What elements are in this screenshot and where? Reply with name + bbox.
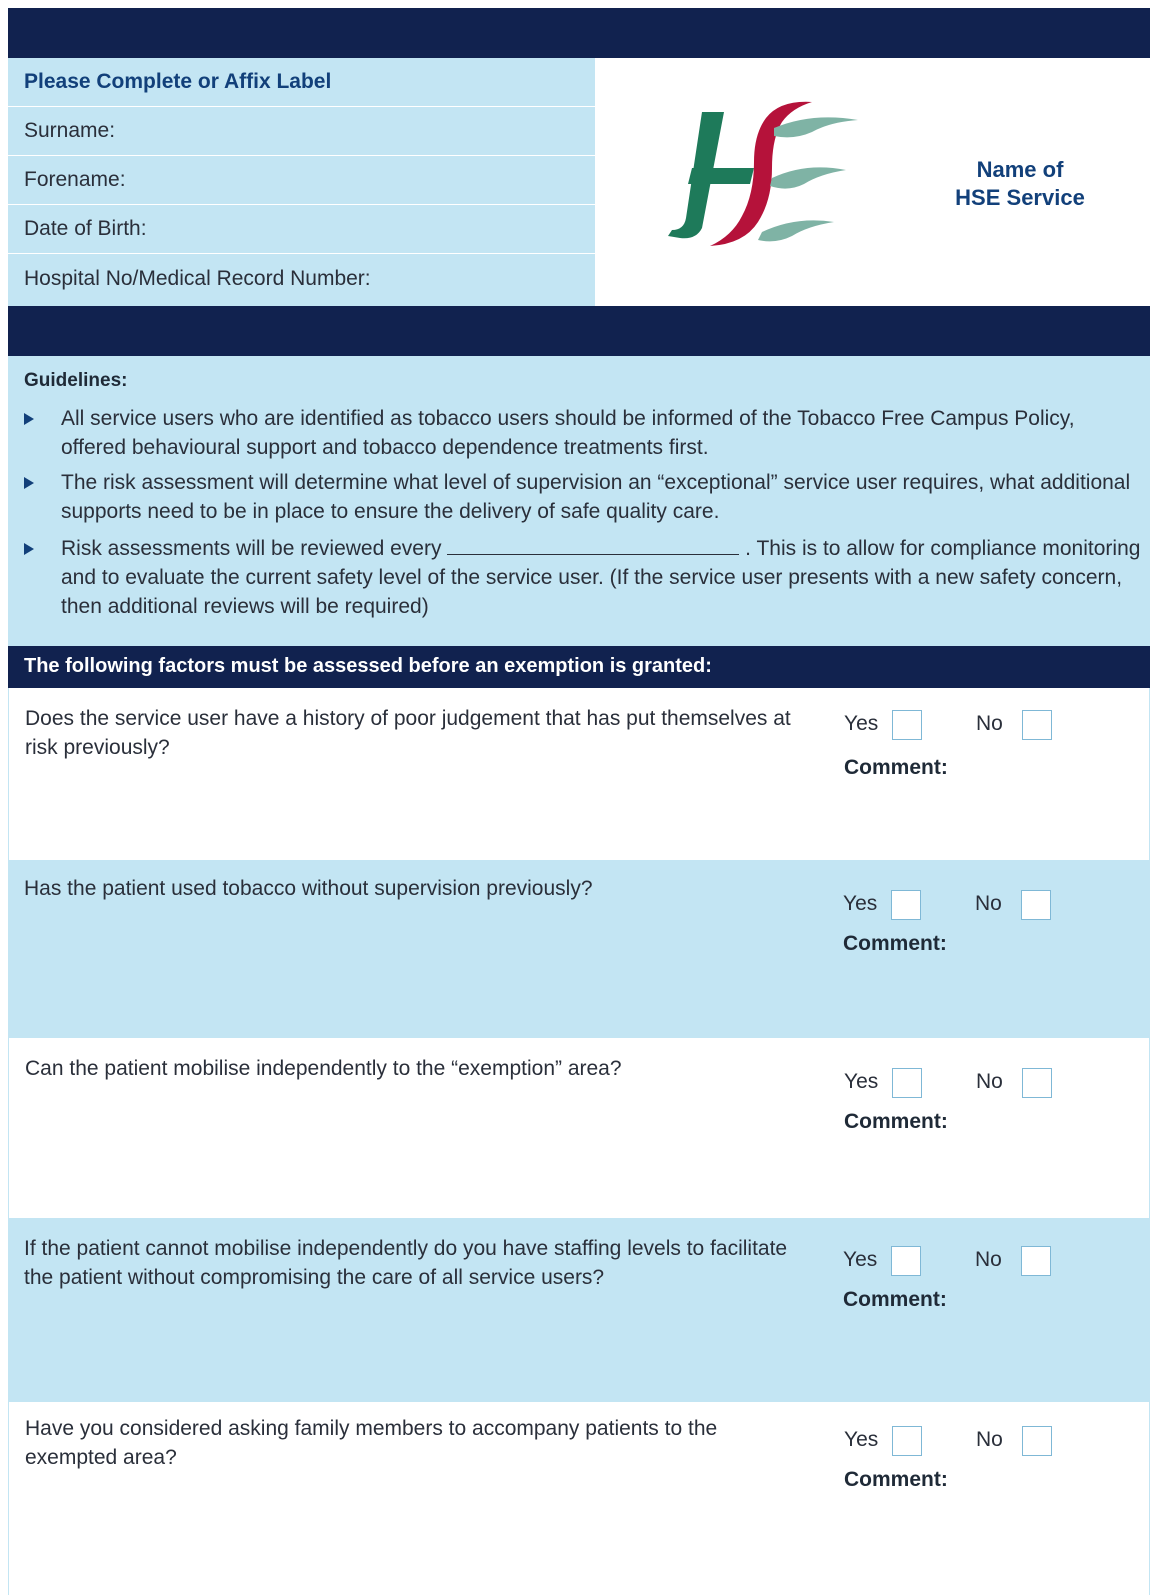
question-text-1: Does the service user have a history of … <box>25 707 791 759</box>
comment-label-4: Comment: <box>843 1288 947 1311</box>
yes-checkbox[interactable] <box>892 1426 922 1456</box>
comment-label-5: Comment: <box>844 1468 948 1491</box>
yes-checkbox[interactable] <box>891 1246 921 1276</box>
question-row-3: Can the patient mobilise independently t… <box>8 1038 1150 1218</box>
question-text-4: If the patient cannot mobilise independe… <box>24 1237 788 1289</box>
question-row-4: If the patient cannot mobilise independe… <box>8 1218 1150 1402</box>
no-checkbox[interactable] <box>1021 890 1051 920</box>
review-text-start: Risk assessments will be reviewed every <box>61 537 442 560</box>
no-checkbox[interactable] <box>1022 1068 1052 1098</box>
no-checkbox[interactable] <box>1022 710 1052 740</box>
no-label: No <box>975 892 1002 915</box>
yes-label: Yes <box>844 712 879 735</box>
surname-label: Surname: <box>24 119 116 142</box>
date-of-birth-field[interactable]: Date of Birth: <box>8 205 595 254</box>
yes-checkbox[interactable] <box>892 710 922 740</box>
service-name-line2: HSE Service <box>955 185 1085 210</box>
question-row-1: Does the service user have a history of … <box>8 688 1150 860</box>
yes-checkbox[interactable] <box>891 890 921 920</box>
bullet-arrow-icon <box>24 413 34 425</box>
hospital-number-field[interactable]: Hospital No/Medical Record Number: <box>8 254 595 303</box>
factors-title: The following factors must be assessed b… <box>24 655 712 677</box>
yes-checkbox[interactable] <box>892 1068 922 1098</box>
hse-logo-icon <box>668 101 858 246</box>
guideline-text-1: All service users who are identified as … <box>61 407 1075 459</box>
guideline-text-2: The risk assessment will determine what … <box>61 471 1131 523</box>
question-text-2: Has the patient used tobacco without sup… <box>24 877 593 900</box>
guidelines-section: Guidelines: All service users who are id… <box>8 356 1150 646</box>
yes-label: Yes <box>843 892 878 915</box>
top-header-bar <box>8 8 1150 58</box>
review-interval-field[interactable] <box>447 534 740 555</box>
question-text-3: Can the patient mobilise independently t… <box>25 1057 622 1080</box>
no-label: No <box>976 712 1003 735</box>
guideline-text-3: Risk assessments will be reviewed every … <box>61 534 1144 621</box>
guideline-bullet-3: Risk assessments will be reviewed every … <box>24 534 1144 621</box>
guidelines-title: Guidelines: <box>24 370 128 391</box>
guideline-bullet-1: All service users who are identified as … <box>24 404 1144 462</box>
label-panel-heading-row: Please Complete or Affix Label <box>8 58 595 107</box>
forename-field[interactable]: Forename: <box>8 156 595 205</box>
surname-field[interactable]: Surname: <box>8 107 595 156</box>
comment-label-2: Comment: <box>843 932 947 955</box>
factors-header-bar: The following factors must be assessed b… <box>8 646 1150 688</box>
no-checkbox[interactable] <box>1021 1246 1051 1276</box>
service-name: Name of HSE Service <box>930 156 1110 212</box>
service-name-line1: Name of <box>976 157 1064 182</box>
question-text-5: Have you considered asking family member… <box>25 1417 718 1469</box>
no-checkbox[interactable] <box>1022 1426 1052 1456</box>
forename-label: Forename: <box>24 168 126 191</box>
yes-label: Yes <box>844 1428 879 1451</box>
date-of-birth-label: Date of Birth: <box>24 217 147 240</box>
guideline-bullet-2: The risk assessment will determine what … <box>24 468 1144 526</box>
question-row-5: Have you considered asking family member… <box>8 1402 1150 1595</box>
hospital-number-label: Hospital No/Medical Record Number: <box>24 266 371 290</box>
middle-divider-bar <box>8 306 1150 356</box>
question-row-2: Has the patient used tobacco without sup… <box>8 860 1150 1038</box>
no-label: No <box>976 1428 1003 1451</box>
patient-label-panel: Please Complete or Affix Label Surname: … <box>8 58 595 306</box>
comment-label-3: Comment: <box>844 1110 948 1133</box>
no-label: No <box>976 1070 1003 1093</box>
label-panel-heading: Please Complete or Affix Label <box>24 70 332 93</box>
yes-label: Yes <box>844 1070 879 1093</box>
yes-label: Yes <box>843 1248 878 1271</box>
bullet-arrow-icon <box>24 543 34 555</box>
bullet-arrow-icon <box>24 477 34 489</box>
no-label: No <box>975 1248 1002 1271</box>
comment-label-1: Comment: <box>844 756 948 779</box>
